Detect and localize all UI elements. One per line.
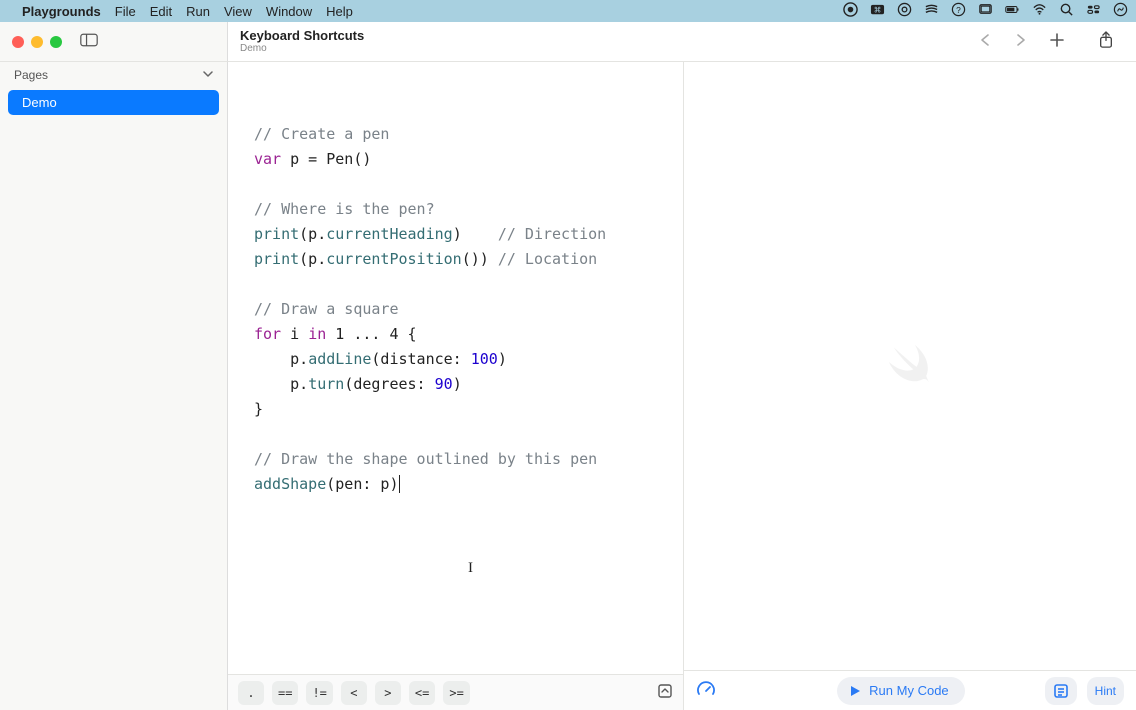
menu-view[interactable]: View [224,4,252,19]
expand-bar-icon[interactable] [657,683,673,702]
operator-eq[interactable]: == [272,681,298,705]
nav-back-button[interactable] [978,33,992,50]
run-button-label: Run My Code [869,683,948,698]
operator-lt[interactable]: < [341,681,367,705]
inspector-button[interactable] [1045,677,1077,705]
status-wifi-icon[interactable] [1032,2,1047,20]
zoom-window-button[interactable] [50,36,62,48]
document-title-block: Keyboard Shortcuts Demo [240,29,364,54]
operator-dot[interactable]: . [238,681,264,705]
svg-text:?: ? [956,5,961,15]
document-subtitle: Demo [240,43,364,54]
live-view-footer: Run My Code Hint [684,670,1136,710]
status-battery-icon[interactable] [1005,2,1020,20]
chevron-down-icon [203,68,213,82]
status-display-icon[interactable] [978,2,993,20]
status-keyboard-icon[interactable]: ⌘ [870,2,885,20]
operator-lte[interactable]: <= [409,681,435,705]
status-lines-icon[interactable] [924,2,939,20]
menu-file[interactable]: File [115,4,136,19]
live-view-canvas [684,62,1136,670]
live-view-column: Run My Code Hint [684,62,1136,710]
hint-button[interactable]: Hint [1087,677,1124,705]
main-split: Pages Demo // Create a pen var p = Pen()… [0,62,1136,710]
operator-gt[interactable]: > [375,681,401,705]
status-siri-icon[interactable] [1113,2,1128,20]
sidebar-item-label: Demo [22,95,57,110]
status-control-center-icon[interactable] [1086,2,1101,20]
add-page-button[interactable] [1050,33,1064,50]
play-icon [849,685,861,697]
sidebar-item-demo[interactable]: Demo [8,90,219,115]
share-button[interactable] [1098,31,1114,52]
menu-window[interactable]: Window [266,4,312,19]
menu-help[interactable]: Help [326,4,353,19]
speed-gauge-button[interactable] [696,679,716,702]
text-cursor-icon: I [468,560,473,577]
status-spotlight-icon[interactable] [1059,2,1074,20]
app-menu[interactable]: Playgrounds [22,4,101,19]
window-toolbar: Keyboard Shortcuts Demo [0,22,1136,62]
operator-gte[interactable]: >= [443,681,469,705]
editor-column: // Create a pen var p = Pen() // Where i… [228,62,684,710]
minimize-window-button[interactable] [31,36,43,48]
code-editor[interactable]: // Create a pen var p = Pen() // Where i… [228,62,683,674]
pages-header-label: Pages [14,68,48,82]
status-at-icon[interactable] [897,2,912,20]
menu-edit[interactable]: Edit [150,4,172,19]
status-help-icon[interactable]: ? [951,2,966,20]
document-title: Keyboard Shortcuts [240,29,364,43]
window-controls [12,36,62,48]
status-record-icon[interactable] [843,2,858,20]
pages-section-header[interactable]: Pages [0,62,227,88]
operator-shortcut-bar: . == != < > <= >= [228,674,683,710]
swift-logo-icon [884,340,936,392]
pages-sidebar: Pages Demo [0,62,228,710]
nav-forward-button[interactable] [1014,33,1028,50]
toggle-sidebar-button[interactable] [80,33,98,50]
svg-text:⌘: ⌘ [874,5,882,14]
run-my-code-button[interactable]: Run My Code [837,677,964,705]
close-window-button[interactable] [12,36,24,48]
system-menubar: Playgrounds File Edit Run View Window He… [0,0,1136,22]
operator-neq[interactable]: != [306,681,332,705]
menu-run[interactable]: Run [186,4,210,19]
